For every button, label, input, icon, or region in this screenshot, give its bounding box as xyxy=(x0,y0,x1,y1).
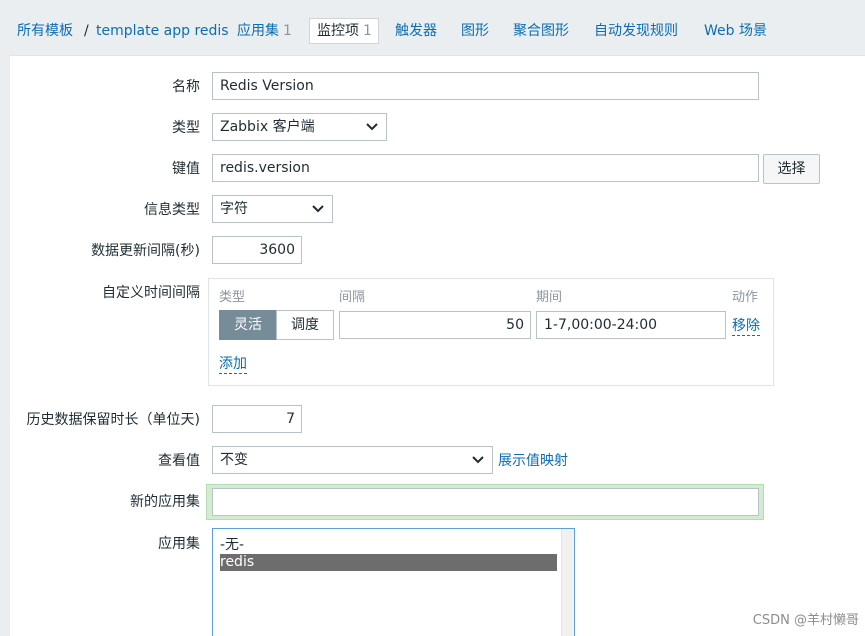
name-input[interactable]: Redis Version xyxy=(212,72,759,100)
applications-listbox[interactable]: -无- redis xyxy=(212,528,575,636)
top-navigation: 所有模板 / template app redis 应用集 1 监控项 1 触发器 … xyxy=(0,0,865,56)
remove-interval-link[interactable]: 移除 xyxy=(732,317,760,336)
tab-label: 监控项 xyxy=(317,23,359,39)
period-input[interactable]: 1-7,00:00-24:00 xyxy=(536,311,726,339)
chevron-down-icon xyxy=(312,205,324,213)
chevron-down-icon xyxy=(472,456,484,464)
col-period-header: 期间 xyxy=(536,290,563,305)
history-label: 历史数据保留时长（单位天) xyxy=(26,412,200,428)
breadcrumb-all-templates[interactable]: 所有模板 xyxy=(17,22,73,40)
key-input[interactable]: redis.version xyxy=(212,154,759,182)
history-input[interactable]: 7 xyxy=(212,405,302,433)
name-label: 名称 xyxy=(172,79,200,95)
custom-intervals-label: 自定义时间间隔 xyxy=(102,285,200,301)
tab-triggers[interactable]: 触发器 xyxy=(395,22,437,40)
value-mapping-link[interactable]: 展示值映射 xyxy=(498,452,568,470)
tab-web-scenarios[interactable]: Web 场景 xyxy=(704,22,767,40)
new-application-input[interactable] xyxy=(212,488,759,516)
chevron-down-icon xyxy=(366,123,378,131)
segment-scheduling[interactable]: 调度 xyxy=(276,310,334,340)
interval-input[interactable]: 50 xyxy=(339,311,531,339)
new-application-label: 新的应用集 xyxy=(130,494,200,510)
type-select-value: Zabbix 客户端 xyxy=(220,119,315,135)
tab-graphs[interactable]: 图形 xyxy=(461,22,489,40)
tab-applications[interactable]: 应用集 1 xyxy=(237,22,292,40)
col-type-header: 类型 xyxy=(219,290,246,305)
key-label: 键值 xyxy=(172,161,200,177)
type-select[interactable]: Zabbix 客户端 xyxy=(212,113,387,141)
show-value-select[interactable]: 不变 xyxy=(212,446,493,474)
tab-count: 1 xyxy=(283,23,292,39)
add-interval-link[interactable]: 添加 xyxy=(219,355,247,374)
col-action-header: 动作 xyxy=(732,290,759,305)
applications-label: 应用集 xyxy=(158,536,200,552)
tab-discovery-rules[interactable]: 自动发现规则 xyxy=(594,22,678,40)
type-label: 类型 xyxy=(172,120,200,136)
segment-flexible[interactable]: 灵活 xyxy=(219,310,277,340)
watermark: CSDN @羊村懒哥 xyxy=(752,613,859,628)
tab-screens[interactable]: 聚合图形 xyxy=(513,22,569,40)
info-type-label: 信息类型 xyxy=(144,202,200,218)
select-key-button[interactable]: 选择 xyxy=(763,154,820,184)
breadcrumb-template[interactable]: template app redis xyxy=(96,22,229,40)
show-value-select-value: 不变 xyxy=(220,452,248,468)
list-option-none[interactable]: -无- xyxy=(220,537,557,554)
update-interval-input[interactable]: 3600 xyxy=(212,236,302,264)
info-type-select-value: 字符 xyxy=(220,201,248,217)
info-type-select[interactable]: 字符 xyxy=(212,195,333,223)
tab-label: 应用集 xyxy=(237,23,279,39)
tab-items[interactable]: 监控项 1 xyxy=(309,18,379,44)
breadcrumb-separator: / xyxy=(84,23,89,39)
update-interval-label: 数据更新间隔(秒) xyxy=(91,243,200,259)
tab-count: 1 xyxy=(363,23,372,39)
listbox-scrollbar[interactable] xyxy=(561,529,574,636)
col-interval-header: 间隔 xyxy=(339,290,366,305)
show-value-label: 查看值 xyxy=(158,453,200,469)
list-option-redis[interactable]: redis xyxy=(220,554,557,571)
